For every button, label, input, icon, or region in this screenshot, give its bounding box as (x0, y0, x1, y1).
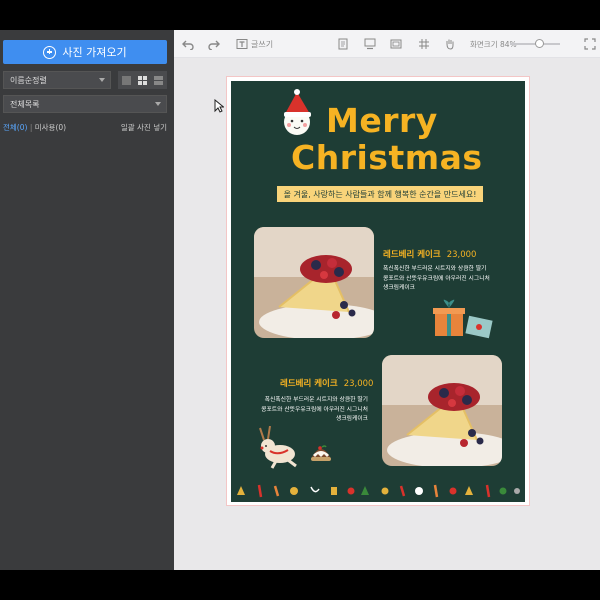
reindeer-bunny-icon (259, 426, 297, 469)
large-thumbnail-view-icon[interactable] (121, 75, 131, 85)
product-1-description: 폭신폭신한 부드러운 시트지와 상큼한 딸기 콩포트와 산뜻우유크림에 아우러진… (383, 265, 498, 294)
santa-snowman-icon (284, 89, 311, 135)
view-mode-toggles (118, 71, 167, 89)
undo-icon (182, 40, 194, 50)
poster-banner: 올 겨울, 사랑하는 사람들과 함께 행복한 순간을 만드세요! (277, 186, 483, 202)
product-2-desc-line: 폭신폭신한 부드러운 시트지와 상큼한 딸기 (264, 397, 368, 403)
sort-select[interactable]: 이름순정렬 (3, 71, 111, 89)
zoom-slider-handle[interactable] (535, 39, 544, 48)
layout-button[interactable] (364, 38, 376, 50)
folder-select-value: 전체목록 (10, 99, 40, 109)
product-2-description: 폭신폭신한 부드러운 시트지와 상큼한 딸기 콩포트와 산뜻우유크림에 아우러진… (253, 396, 368, 425)
chevron-down-icon (99, 78, 105, 82)
import-photos-button[interactable]: 사진 가져오기 (3, 40, 167, 64)
text-tool-button[interactable]: 글쓰기 (236, 38, 273, 50)
filter-all-link[interactable]: 전체(0) (3, 123, 27, 132)
grid-button[interactable] (418, 38, 430, 50)
ornament-garland (237, 484, 520, 498)
christmas-poster[interactable]: Merry Christmas 올 겨울, 사랑하는 사람들과 함께 행복한 순… (231, 81, 525, 502)
filter-unused-link[interactable]: 미사용(0) (35, 123, 66, 132)
layout-icon (364, 38, 376, 50)
list-view-icon[interactable] (154, 75, 164, 85)
folder-select[interactable]: 전체목록 (3, 95, 167, 113)
product-2-title: 레드베리 케이크 23,000 (280, 377, 373, 389)
cake-photo-2[interactable] (382, 355, 502, 466)
product-2-price: 23,000 (343, 379, 374, 389)
gift-box-icon (433, 299, 493, 339)
text-box-icon (236, 39, 248, 49)
plus-circle-icon (43, 45, 57, 59)
text-tool-label: 글쓰기 (251, 39, 274, 49)
grid-view-icon[interactable] (137, 75, 147, 85)
cake-image (254, 227, 374, 338)
redo-button[interactable] (208, 38, 220, 50)
mouse-cursor-icon (214, 99, 224, 113)
grid-icon (419, 39, 429, 49)
product-2-desc-line: 콩포트와 산뜻우유크림에 아우러진 시그니처 (261, 406, 368, 413)
product-1-name: 레드베리 케이크 (383, 250, 441, 260)
bottom-letterbox (0, 570, 600, 600)
christmas-pudding-icon (311, 445, 331, 461)
hand-icon (446, 39, 454, 50)
cake-photo-1[interactable] (254, 227, 374, 338)
frame-icon (390, 39, 402, 49)
product-1-desc-line: 폭신폭신한 부드러운 시트지와 상큼한 딸기 (383, 266, 487, 272)
sort-select-value: 이름순정렬 (10, 75, 47, 85)
product-1-desc-line: 콩포트와 산뜻우유크림에 아우러진 시그니처 (383, 275, 490, 282)
chevron-down-icon (155, 102, 161, 106)
product-1-title: 레드베리 케이크 23,000 (383, 248, 476, 260)
bulk-insert-link[interactable]: 일괄 사진 넣기 (121, 122, 167, 133)
poster-title-line1: Merry (326, 101, 438, 140)
cake-image (382, 355, 502, 466)
product-2-desc-line: 생크림케이크 (336, 416, 368, 422)
product-1-desc-line: 생크림케이크 (383, 285, 415, 291)
import-photos-label: 사진 가져오기 (62, 46, 127, 59)
photo-filter-row: 전체(0) | 미사용(0) 일괄 사진 넣기 (3, 122, 167, 133)
hand-tool-button[interactable] (444, 38, 456, 50)
fit-screen-button[interactable] (584, 38, 596, 50)
redo-icon (208, 40, 220, 50)
product-1-price: 23,000 (446, 250, 477, 260)
undo-button[interactable] (182, 38, 194, 50)
photo-sidebar: 사진 가져오기 이름순정렬 전체목록 전체(0) | 미사용(0) 일괄 사진 … (0, 30, 174, 570)
page-button[interactable] (337, 38, 349, 50)
fullscreen-icon (584, 38, 596, 50)
app-window: 사진 가져오기 이름순정렬 전체목록 전체(0) | 미사용(0) 일괄 사진 … (0, 0, 600, 600)
product-2-name: 레드베리 케이크 (280, 379, 338, 389)
poster-title-line2: Christmas (291, 138, 483, 177)
document-icon (338, 38, 348, 50)
frame-button[interactable] (390, 38, 402, 50)
editor-toolbar: 글쓰기 화면크기 84% (174, 30, 600, 58)
